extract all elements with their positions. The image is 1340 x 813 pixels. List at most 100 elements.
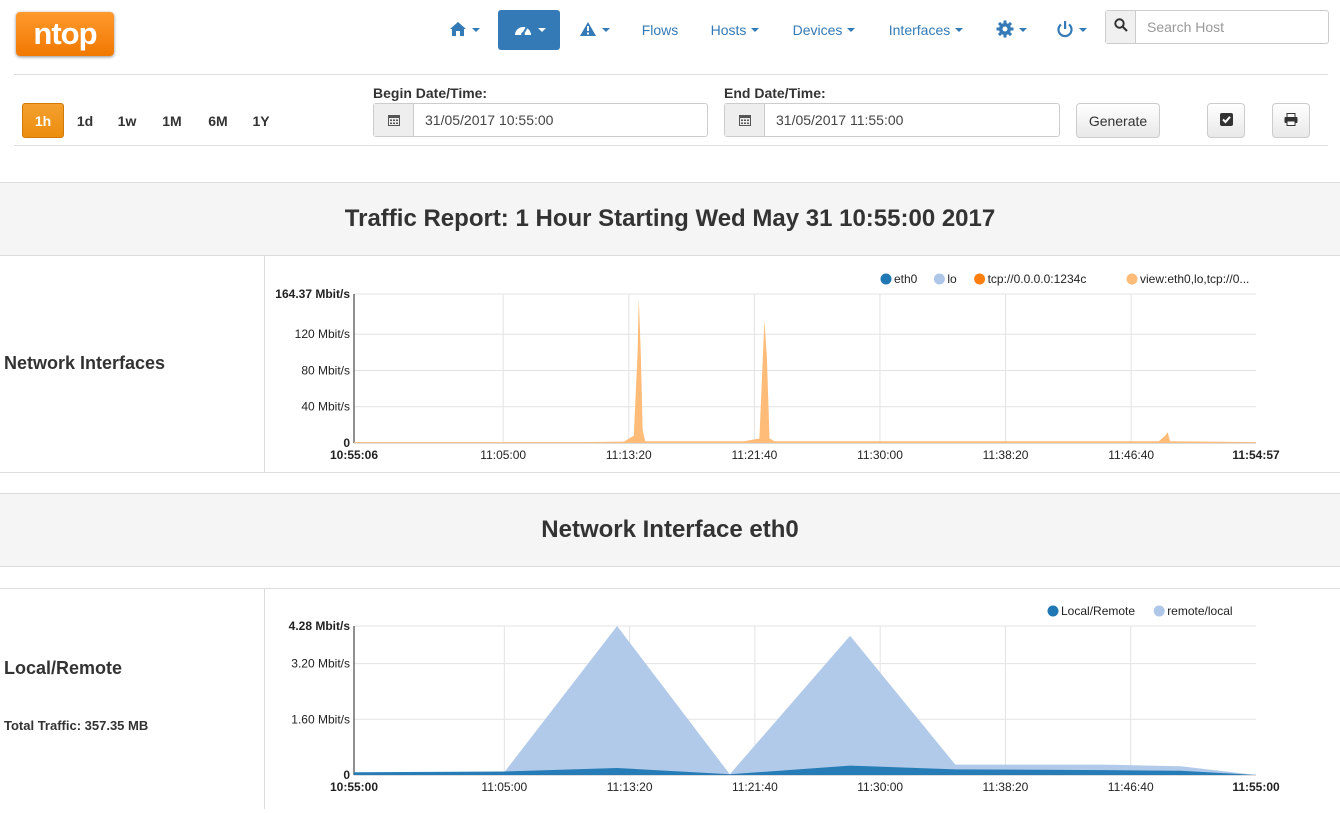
search-button[interactable] [1106,11,1136,43]
y-tick-label: 3.20 Mbit/s [291,657,350,671]
x-tick-label: 11:46:40 [1108,780,1154,794]
legend-label: tcp://0.0.0.0:1234c [988,272,1087,286]
y-tick-label: 120 Mbit/s [295,327,350,341]
y-tick-label: 40 Mbit/s [301,400,350,414]
row-divider [0,588,1340,589]
x-tick-label: 11:30:00 [857,448,903,462]
series-area [354,384,1256,443]
legend-marker [933,273,945,285]
end-date-value: 31/05/2017 11:55:00 [776,112,904,128]
warning-icon [579,21,597,40]
gear-icon [996,20,1014,41]
top-navbar: ntop Flows Hosts Devices Interfaces [0,0,1340,74]
chevron-down-icon [471,28,480,32]
calendar-icon[interactable] [374,104,414,136]
range-1m[interactable]: 1M [150,103,194,138]
column-divider [264,256,265,472]
local-remote-label: Local/Remote [4,658,123,678]
range-6m[interactable]: 6M [196,103,240,138]
check-square-icon [1219,112,1233,129]
interfaces-menu[interactable]: Interfaces [878,10,974,50]
alerts-menu[interactable] [570,10,618,50]
x-tick-label: 11:13:20 [606,448,652,462]
search-host [1105,10,1329,44]
range-1w[interactable]: 1w [106,103,148,138]
x-tick-label: 11:21:40 [732,780,778,794]
range-1h[interactable]: 1h [22,103,64,138]
range-1y[interactable]: 1Y [242,103,280,138]
divider [14,145,1328,146]
calendar-icon[interactable] [725,104,765,136]
legend-marker [1126,273,1138,285]
chevron-down-icon [1078,28,1087,32]
x-tick-label: 11:54:57 [1232,448,1280,462]
interface-title: Network Interface eth0 [0,493,1340,567]
legend-marker [974,273,986,285]
hosts-label: Hosts [710,22,747,38]
begin-date-label: Begin Date/Time: [373,85,488,101]
power-icon [1056,20,1074,41]
chevron-down-icon [537,28,546,32]
x-tick-label: 11:46:40 [1108,448,1154,462]
network-interfaces-label: Network Interfaces [4,353,166,373]
devices-label: Devices [792,22,843,38]
x-tick-label: 11:13:20 [607,780,653,794]
x-tick-label: 10:55:06 [330,448,378,462]
home-menu[interactable] [440,10,488,50]
begin-date-field[interactable]: 31/05/2017 10:55:00 [373,103,708,137]
interfaces-label: Interfaces [888,22,951,38]
x-tick-label: 11:38:20 [983,780,1029,794]
x-tick-label: 11:05:00 [480,448,526,462]
chevron-down-icon [751,28,760,32]
nav-flows[interactable]: Flows [630,10,690,50]
power-menu[interactable] [1048,10,1094,50]
range-1d[interactable]: 1d [66,103,104,138]
x-tick-label: 11:55:00 [1232,780,1280,794]
generate-button[interactable]: Generate [1076,103,1160,138]
y-tick-label: 4.28 Mbit/s [289,619,351,633]
begin-date-value: 31/05/2017 10:55:00 [425,112,554,128]
series-area [354,626,1256,775]
chevron-down-icon [847,28,856,32]
end-date-field[interactable]: 31/05/2017 11:55:00 [724,103,1060,137]
y-tick-label: 164.37 Mbit/s [275,287,350,301]
dashboard-menu[interactable] [498,10,560,50]
report-title: Traffic Report: 1 Hour Starting Wed May … [0,182,1340,256]
legend-marker [1047,605,1059,617]
dashboard-icon [513,21,533,40]
devices-menu[interactable]: Devices [784,10,864,50]
chevron-down-icon [955,28,964,32]
legend-label: remote/local [1167,604,1232,618]
legend-marker [880,273,892,285]
x-tick-label: 11:21:40 [731,448,777,462]
row-divider [0,472,1340,473]
hosts-menu[interactable]: Hosts [702,10,768,50]
end-date-label: End Date/Time: [724,85,826,101]
chevron-down-icon [601,28,610,32]
y-tick-label: 1.60 Mbit/s [291,712,350,726]
legend-label: eth0 [894,272,918,286]
home-icon [449,21,467,40]
x-tick-label: 10:55:00 [330,780,378,794]
total-traffic-label: Total Traffic: 357.35 MB [4,718,149,733]
x-tick-label: 11:38:20 [983,448,1029,462]
legend-label: view:eth0,lo,tcp://0... [1140,272,1249,286]
search-input[interactable] [1136,11,1328,43]
column-divider [264,588,265,809]
y-tick-label: 80 Mbit/s [301,363,350,377]
divider [14,74,1328,75]
chevron-down-icon [1018,28,1027,32]
ntop-logo[interactable]: ntop [16,12,114,56]
legend-label: Local/Remote [1061,604,1135,618]
legend-marker [1153,605,1165,617]
settings-menu[interactable] [988,10,1034,50]
search-icon [1113,17,1128,37]
legend-label: lo [947,272,957,286]
network-interfaces-chart: 0 40 Mbit/s 80 Mbit/s 120 Mbit/s 164.37 Mbit… [266,258,1336,470]
print-button[interactable] [1272,103,1310,138]
print-icon [1284,112,1298,129]
x-tick-label: 11:30:00 [857,780,903,794]
checkbox-button[interactable] [1207,103,1245,138]
local-remote-chart: 0 1.60 Mbit/s 3.20 Mbit/s 4.28 Mbit/s 10:55:… [266,590,1336,808]
x-tick-label: 11:05:00 [481,780,527,794]
